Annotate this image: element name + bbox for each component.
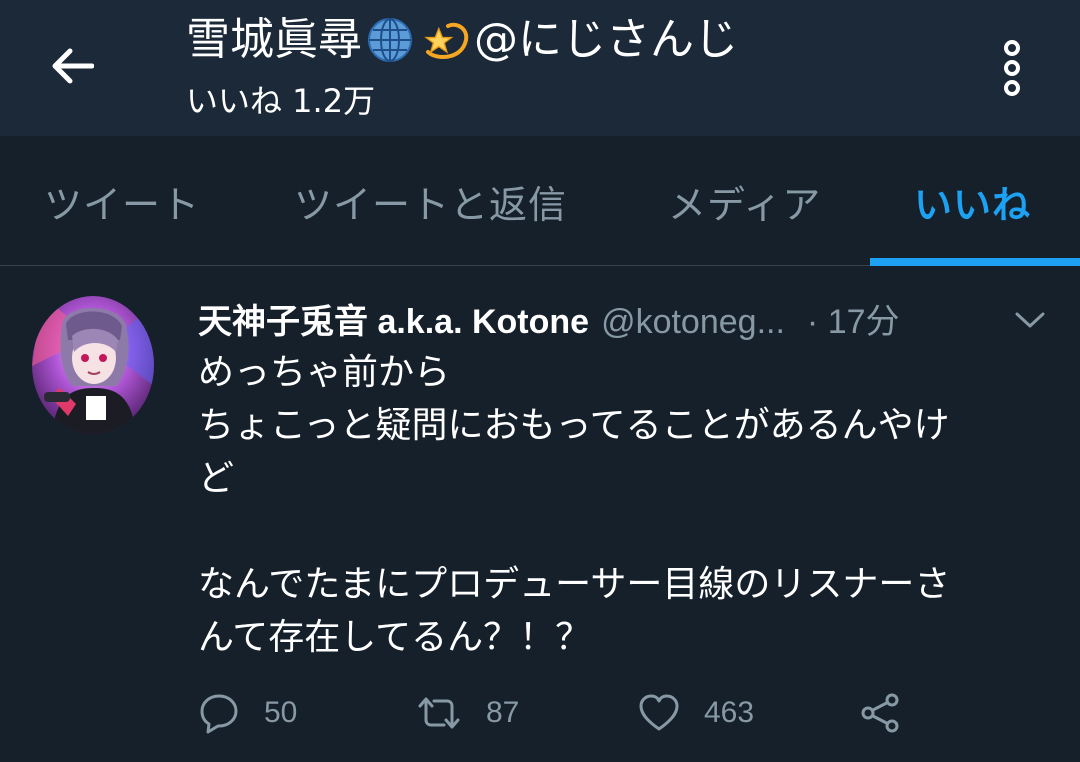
more-vertical-icon (1004, 40, 1020, 96)
likes-count: いいね 1.2万 (186, 82, 376, 120)
tweet-line (198, 505, 1058, 558)
active-tab-indicator (870, 258, 1080, 266)
tweet-line: なんでたまにプロデューサー目線のリスナーさ (198, 564, 951, 605)
retweet-icon (418, 697, 460, 729)
tweet-actions: 50 87 463 (198, 688, 958, 738)
profile-name-suffix: @にじさんじ (474, 14, 738, 65)
chevron-down-icon (1015, 312, 1045, 328)
arrow-left-icon (52, 48, 94, 84)
tweet-line: ど (198, 458, 235, 499)
author-handle[interactable]: @kotoneg... (601, 303, 785, 342)
avatar-image (32, 296, 154, 434)
share-icon (861, 693, 899, 733)
share-button[interactable] (860, 688, 902, 738)
tab-tweets[interactable]: ツイート (44, 180, 200, 230)
like-count: 463 (704, 696, 755, 729)
tweet-line: んて存在してるん？！？ (198, 617, 592, 658)
profile-header: 雪城眞尋 @にじさんじ いいね 1.2万 (0, 0, 1080, 136)
profile-tabs: ツイート ツイートと返信 メディア いいね (0, 136, 1080, 266)
tweet-line: めっちゃ前から (198, 352, 451, 393)
globe-icon (368, 18, 412, 62)
tweet-text: めっちゃ前から ちょこっと疑問におもってることがあるんやけ ど なんでたまにプロ… (198, 346, 1058, 664)
author-name[interactable]: 天神子兎音 a.k.a. Kotone (198, 294, 589, 343)
tab-tweets-and-replies[interactable]: ツイートと返信 (294, 180, 567, 230)
retweet-button[interactable]: 87 (416, 688, 519, 738)
back-button[interactable] (40, 36, 104, 96)
tweet-menu-button[interactable] (1010, 300, 1050, 340)
reply-icon (200, 694, 238, 734)
page-title: 雪城眞尋 @にじさんじ (186, 12, 738, 68)
tab-media[interactable]: メディア (668, 180, 821, 230)
dizzy-star-icon (424, 22, 469, 59)
tweet-timestamp[interactable]: · 17分 (807, 294, 900, 343)
like-button[interactable]: 463 (638, 688, 754, 738)
heart-icon (639, 694, 679, 731)
avatar[interactable] (32, 296, 154, 434)
reply-count: 50 (264, 696, 298, 729)
tweet-header: 天神子兎音 a.k.a. Kotone @kotoneg... · 17分 (198, 294, 900, 346)
more-options-button[interactable] (992, 38, 1032, 98)
tweet-line: ちょこっと疑問におもってることがあるんやけ (198, 405, 950, 446)
profile-name: 雪城眞尋 (186, 14, 362, 65)
reply-button[interactable]: 50 (198, 688, 297, 738)
retweet-count: 87 (486, 696, 520, 729)
tab-likes[interactable]: いいね (914, 180, 1031, 230)
